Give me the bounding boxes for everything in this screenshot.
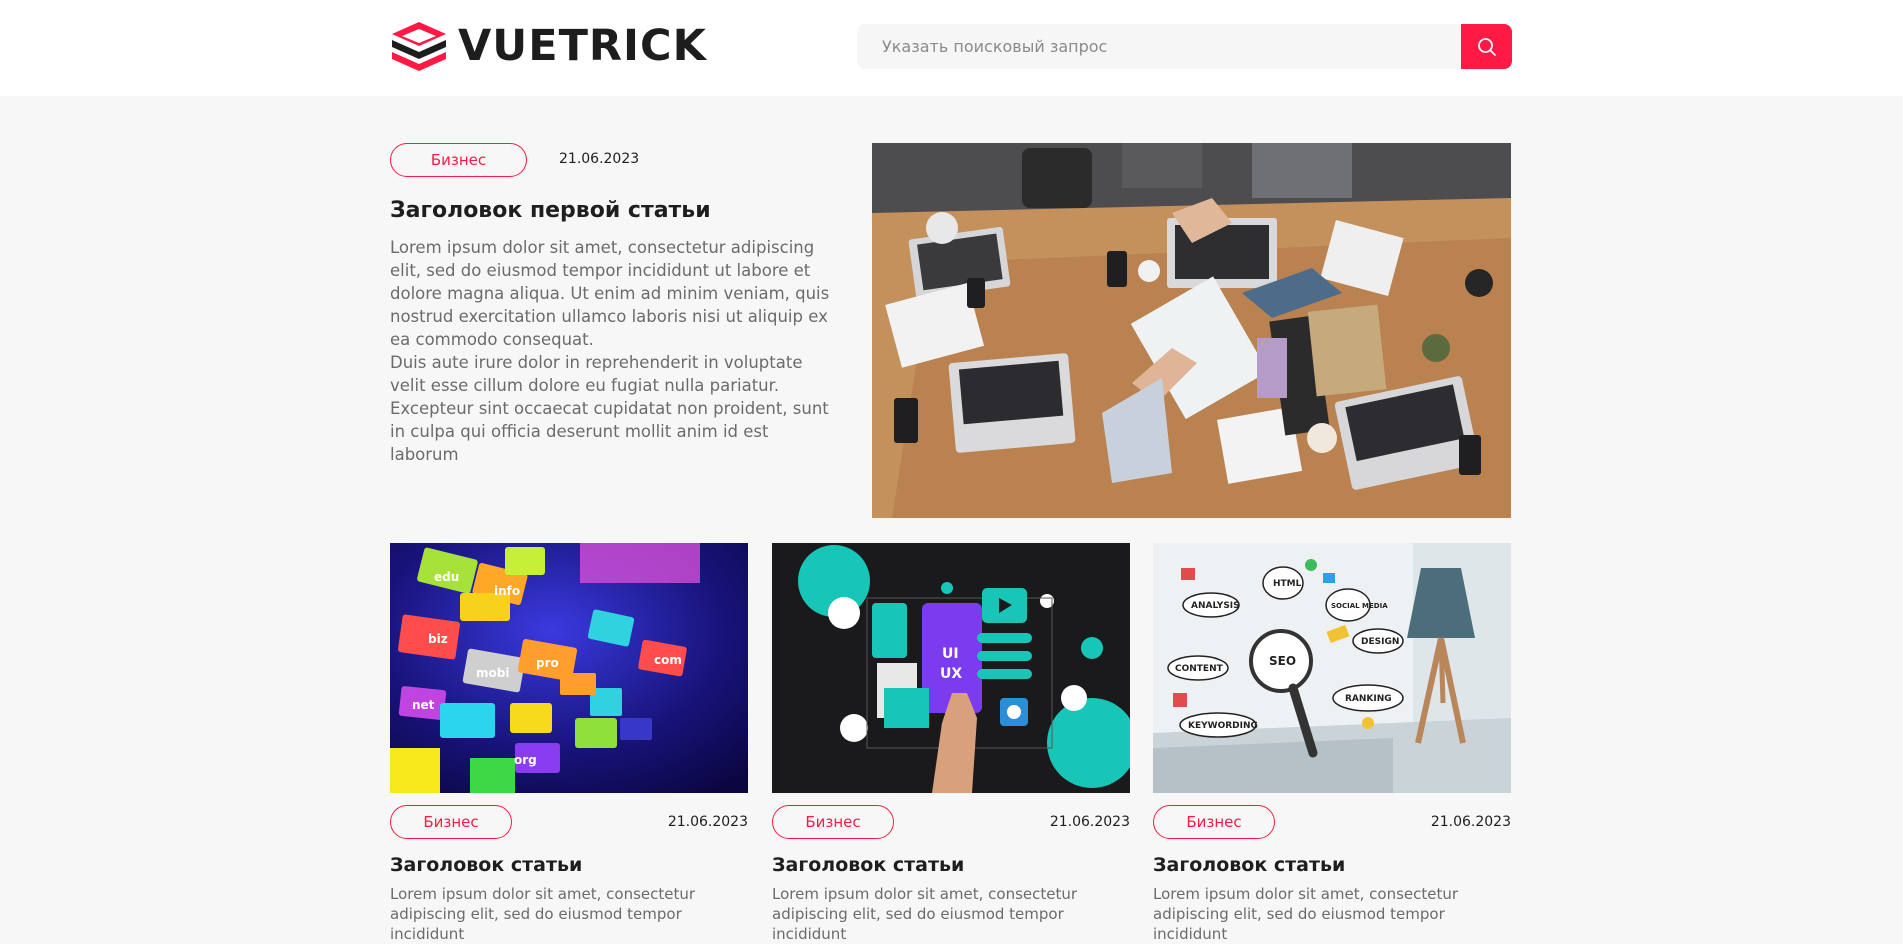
logo-icon [392,22,446,71]
domain-label: biz [428,632,448,646]
search-icon [1477,37,1496,56]
uiux-label: UI [942,646,959,662]
seo-label: SOCIAL MEDIA [1331,602,1388,610]
category-tag[interactable]: Бизнес [1153,805,1275,839]
logo[interactable]: VUETRICK [390,20,707,72]
featured-title[interactable]: Заголовок первой статьи [390,198,711,223]
article-card[interactable]: ANALYSIS HTML SOCIAL MEDIA SEO DESIGN CO… [1153,543,1511,943]
featured-image[interactable] [872,143,1511,518]
logo-text: VUETRICK [458,21,707,71]
uiux-label: UX [940,666,962,682]
article-excerpt: Lorem ipsum dolor sit amet, consectetur … [390,885,696,943]
article-date: 21.06.2023 [1430,814,1511,830]
domain-label: mobi [476,666,509,680]
article-date: 21.06.2023 [667,814,748,830]
search-input[interactable] [857,24,1461,69]
featured-date: 21.06.2023 [559,151,640,167]
article-excerpt: Lorem ipsum dolor sit amet, consectetur … [772,885,1078,943]
domain-label: com [654,653,682,667]
article-image[interactable]: ANALYSIS HTML SOCIAL MEDIA SEO DESIGN CO… [1153,543,1511,793]
seo-label: HTML [1273,579,1302,589]
seo-label: RANKING [1345,694,1392,704]
article-date: 21.06.2023 [1049,814,1130,830]
domain-label: edu [434,570,459,584]
article-image[interactable]: UI UX [772,543,1130,793]
domain-label: info [494,584,520,598]
featured-paragraph-2: Duis aute irure dolor in reprehenderit i… [390,353,829,464]
domain-label: pro [536,656,559,670]
article-card[interactable]: edu info biz mobi pro com net org Бизнес… [390,543,748,943]
category-tag[interactable]: Бизнес [772,805,894,839]
article-title[interactable]: Заголовок статьи [1153,854,1345,876]
seo-label: DESIGN [1361,637,1399,647]
article-card[interactable]: UI UX Бизнес 21.06.2023 Заголовок статьи… [772,543,1130,943]
article-image[interactable]: edu info biz mobi pro com net org [390,543,748,793]
search-button[interactable] [1461,24,1512,69]
site-header: VUETRICK [0,0,1903,96]
article-title[interactable]: Заголовок статьи [772,854,964,876]
domain-label: net [412,698,435,712]
seo-label: SEO [1269,654,1296,668]
article-title[interactable]: Заголовок статьи [390,854,582,876]
featured-paragraph-1: Lorem ipsum dolor sit amet, consectetur … [390,238,830,349]
category-tag[interactable]: Бизнес [390,805,512,839]
featured-category-tag[interactable]: Бизнес [390,143,527,177]
search-bar [857,24,1512,69]
article-excerpt: Lorem ipsum dolor sit amet, consectetur … [1153,885,1459,943]
seo-label: KEYWORDING [1188,721,1258,731]
seo-label: ANALYSIS [1191,601,1240,611]
domain-label: org [514,753,537,767]
featured-body: Lorem ipsum dolor sit amet, consectetur … [390,236,835,466]
seo-label: CONTENT [1175,664,1224,674]
